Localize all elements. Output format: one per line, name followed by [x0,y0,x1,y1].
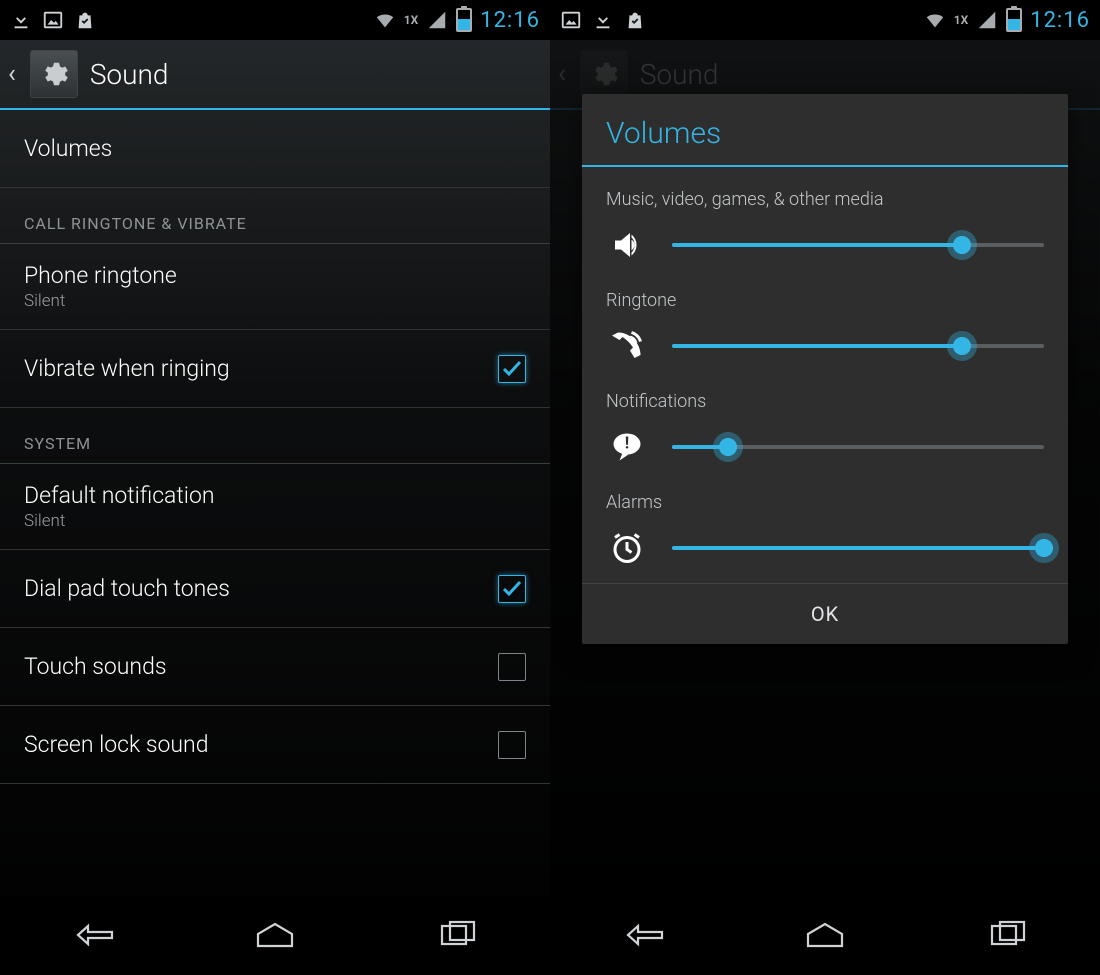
picture-icon [560,9,582,31]
speaker-icon [606,224,648,266]
row-default-notification[interactable]: Default notification Silent [0,464,550,550]
status-clock: 12:16 [480,8,540,33]
row-vibrate-when-ringing[interactable]: Vibrate when ringing [0,330,550,408]
slider-notifications[interactable] [672,430,1044,464]
notification-bubble-icon: ! [606,426,648,468]
checkbox-vibrate[interactable] [498,355,526,383]
volume-group-media: Music, video, games, & other media [606,175,1044,276]
row-label: Touch sounds [24,653,167,681]
shopping-bag-icon [74,9,96,31]
row-label: Vibrate when ringing [24,355,230,383]
wifi-icon [374,9,396,31]
dialog-title: Volumes [582,94,1068,167]
checkbox-touch-sounds[interactable] [498,653,526,681]
row-label: Default notification [24,482,215,510]
signal-icon [426,9,448,31]
volume-group-alarms: Alarms [606,478,1044,579]
volume-group-notifications: Notifications ! [606,377,1044,478]
phone-right: 1X 12:16 ‹ Sound Volumes Music, video, g… [550,0,1100,975]
settings-list: Volumes CALL RINGTONE & VIBRATE Phone ri… [0,110,550,784]
volumes-dialog: Volumes Music, video, games, & other med… [582,94,1068,644]
signal-icon [976,9,998,31]
row-volumes[interactable]: Volumes [0,110,550,188]
row-value: Silent [24,291,177,311]
page-title: Sound [90,58,169,91]
nav-home-button[interactable] [220,912,330,958]
wifi-icon [924,9,946,31]
row-value: Silent [24,511,215,531]
back-caret-icon[interactable]: ‹ [6,59,18,89]
slider-label: Music, video, games, & other media [606,189,1044,210]
phone-ringing-icon [606,325,648,367]
row-label: Dial pad touch tones [24,575,230,603]
alarm-clock-icon [606,527,648,569]
section-system: SYSTEM [0,408,550,464]
download-icon [10,9,32,31]
slider-label: Notifications [606,391,1044,412]
nav-back-button[interactable] [37,912,147,958]
row-phone-ringtone[interactable]: Phone ringtone Silent [0,244,550,330]
checkbox-dial-pad[interactable] [498,575,526,603]
row-label: Phone ringtone [24,262,177,290]
svg-text:!: ! [625,435,629,454]
battery-icon [1006,8,1022,32]
nav-recents-button[interactable] [403,912,513,958]
system-nav-bar [550,895,1100,975]
system-nav-bar [0,895,550,975]
slider-ringtone[interactable] [672,329,1044,363]
nav-back-button[interactable] [587,912,697,958]
download-icon [592,9,614,31]
slider-label: Ringtone [606,290,1044,311]
network-type-badge: 1X [404,13,419,27]
status-bar: 1X 12:16 [0,0,550,40]
nav-recents-button[interactable] [953,912,1063,958]
status-clock: 12:16 [1030,8,1090,33]
dialog-ok-button[interactable]: OK [582,583,1068,644]
phone-left: 1X 12:16 ‹ Sound Volumes CALL RINGTONE &… [0,0,550,975]
network-type-badge: 1X [954,13,969,27]
volume-group-ringtone: Ringtone [606,276,1044,377]
row-dial-pad-tones[interactable]: Dial pad touch tones [0,550,550,628]
settings-gear-icon [30,50,78,98]
row-label: Screen lock sound [24,731,208,759]
battery-icon [456,8,472,32]
slider-alarms[interactable] [672,531,1044,565]
row-label: Volumes [24,135,112,163]
picture-icon [42,9,64,31]
slider-label: Alarms [606,492,1044,513]
section-call-ringtone: CALL RINGTONE & VIBRATE [0,188,550,244]
checkbox-screen-lock[interactable] [498,731,526,759]
slider-media[interactable] [672,228,1044,262]
action-bar[interactable]: ‹ Sound [0,40,550,110]
status-bar: 1X 12:16 [550,0,1100,40]
row-touch-sounds[interactable]: Touch sounds [0,628,550,706]
shopping-bag-icon [624,9,646,31]
nav-home-button[interactable] [770,912,880,958]
row-screen-lock-sound[interactable]: Screen lock sound [0,706,550,784]
